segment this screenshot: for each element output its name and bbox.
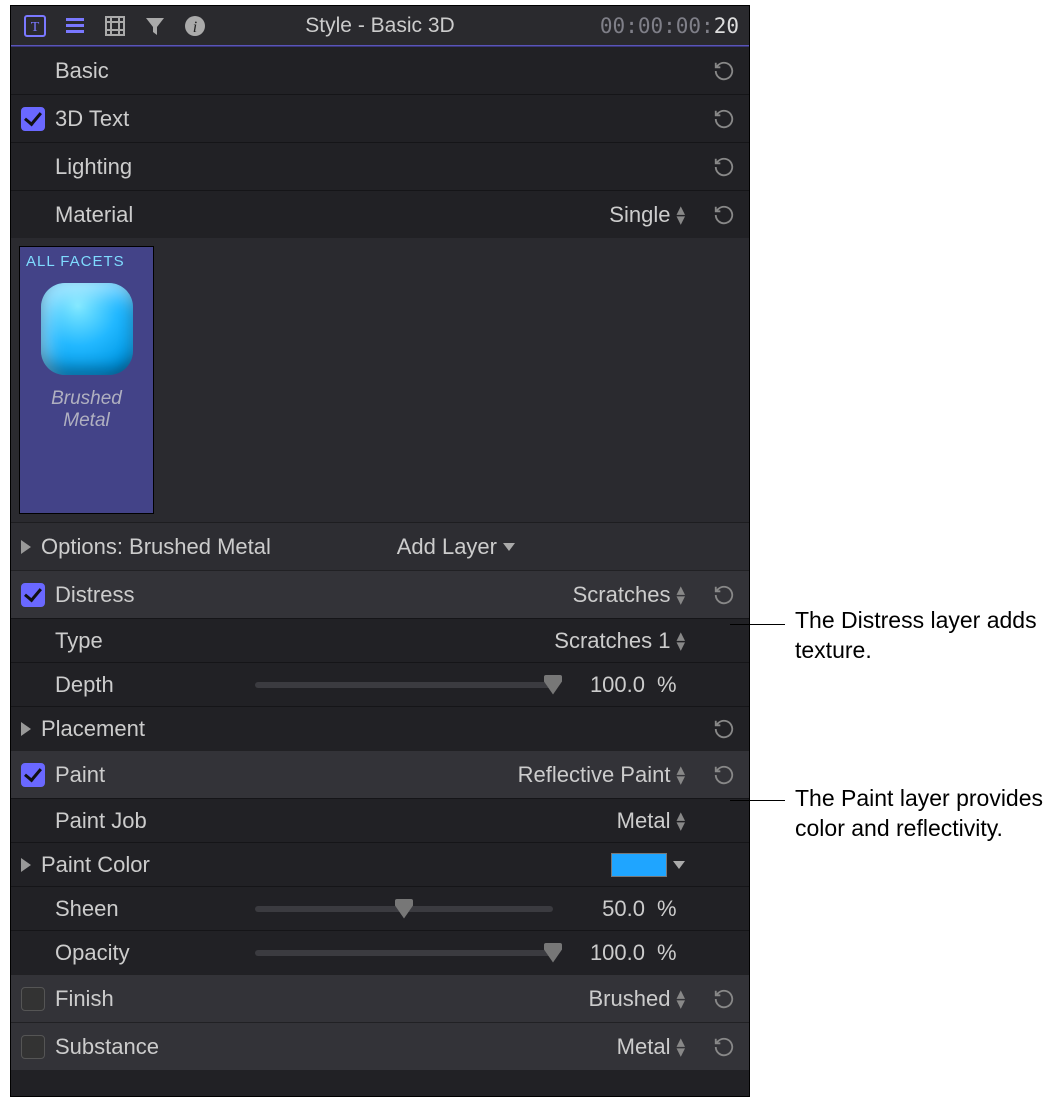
- reset-icon[interactable]: [713, 204, 735, 226]
- distress-depth-row: Depth 100.0 %: [11, 662, 749, 706]
- add-layer-button[interactable]: Add Layer: [397, 534, 515, 560]
- reset-icon[interactable]: [713, 108, 735, 130]
- facet-material-name: Brushed Metal: [26, 388, 147, 432]
- distress-type-popup[interactable]: Scratches 1 ▴▾: [554, 628, 685, 654]
- material-label: Material: [55, 202, 133, 228]
- popup-arrows-icon: ▴▾: [676, 631, 685, 651]
- opacity-value[interactable]: 100.0: [565, 940, 645, 966]
- paint-checkbox[interactable]: [21, 763, 45, 787]
- info-tab-icon[interactable]: i: [181, 12, 209, 40]
- reset-icon[interactable]: [713, 60, 735, 82]
- facet-badge: ALL FACETS: [26, 253, 125, 270]
- popup-arrows-icon: ▴▾: [676, 811, 685, 831]
- distress-label: Distress: [55, 582, 134, 608]
- depth-value[interactable]: 100.0: [565, 672, 645, 698]
- opacity-slider[interactable]: [255, 950, 553, 956]
- options-row[interactable]: Options: Brushed Metal Add Layer: [11, 522, 749, 570]
- section-material[interactable]: Material Single ▴▾: [11, 190, 749, 238]
- disclosure-icon[interactable]: [21, 540, 31, 554]
- placement-row[interactable]: Placement: [11, 706, 749, 750]
- disclosure-icon[interactable]: [21, 858, 31, 872]
- distress-checkbox[interactable]: [21, 583, 45, 607]
- disclosure-icon[interactable]: [21, 722, 31, 736]
- distress-row[interactable]: Distress Scratches ▴▾: [11, 570, 749, 618]
- section-lighting[interactable]: Lighting: [11, 142, 749, 190]
- chevron-down-icon: [503, 543, 515, 551]
- reset-icon[interactable]: [713, 156, 735, 178]
- distress-type-label: Type: [55, 628, 103, 654]
- paint-opacity-label: Opacity: [55, 940, 130, 966]
- popup-arrows-icon: ▴▾: [676, 765, 685, 785]
- reset-icon[interactable]: [713, 988, 735, 1010]
- sheen-value[interactable]: 50.0: [565, 896, 645, 922]
- reset-icon[interactable]: [713, 764, 735, 786]
- inspector-topbar: T i Style - Basic 3D 00:00:00:20: [11, 6, 749, 46]
- paint-color-swatch[interactable]: [611, 853, 667, 877]
- popup-arrows-icon: ▴▾: [676, 1037, 685, 1057]
- paint-sheen-row: Sheen 50.0 %: [11, 886, 749, 930]
- distress-type-row: Type Scratches 1 ▴▾: [11, 618, 749, 662]
- material-popup[interactable]: Single ▴▾: [609, 202, 685, 228]
- annotation-leader: [730, 800, 785, 801]
- 3dtext-checkbox[interactable]: [21, 107, 45, 131]
- paint-color-label: Paint Color: [41, 852, 150, 878]
- inspector-panel: T i Style - Basic 3D 00:00:00:20 Basic 3…: [10, 5, 750, 1097]
- section-3dtext[interactable]: 3D Text: [11, 94, 749, 142]
- material-preview: [32, 274, 142, 384]
- substance-row[interactable]: Substance Metal ▴▾: [11, 1022, 749, 1070]
- text-tab-icon[interactable]: T: [21, 12, 49, 40]
- timecode[interactable]: 00:00:00:20: [600, 14, 739, 38]
- reset-icon[interactable]: [713, 1036, 735, 1058]
- popup-arrows-icon: ▴▾: [676, 205, 685, 225]
- substance-checkbox[interactable]: [21, 1035, 45, 1059]
- paint-opacity-row: Opacity 100.0 %: [11, 930, 749, 974]
- basic-label: Basic: [55, 58, 109, 84]
- chevron-down-icon[interactable]: [673, 861, 685, 869]
- material-facet[interactable]: ALL FACETS Brushed Metal: [19, 246, 154, 514]
- finish-popup[interactable]: Brushed ▴▾: [589, 986, 686, 1012]
- filter-tab-icon[interactable]: [141, 12, 169, 40]
- placement-label: Placement: [41, 716, 145, 742]
- paint-job-row: Paint Job Metal ▴▾: [11, 798, 749, 842]
- paint-job-popup[interactable]: Metal ▴▾: [617, 808, 685, 834]
- distress-popup[interactable]: Scratches ▴▾: [573, 582, 685, 608]
- paint-label: Paint: [55, 762, 105, 788]
- depth-slider[interactable]: [255, 682, 553, 688]
- annotation-distress: The Distress layer adds texture.: [795, 605, 1045, 665]
- paint-row[interactable]: Paint Reflective Paint ▴▾: [11, 750, 749, 798]
- reset-icon[interactable]: [713, 718, 735, 740]
- finish-checkbox[interactable]: [21, 987, 45, 1011]
- finish-label: Finish: [55, 986, 114, 1012]
- reset-icon[interactable]: [713, 584, 735, 606]
- annotation-leader: [730, 624, 785, 625]
- material-facet-area: ALL FACETS Brushed Metal: [11, 238, 749, 522]
- paint-popup[interactable]: Reflective Paint ▴▾: [518, 762, 685, 788]
- substance-popup[interactable]: Metal ▴▾: [617, 1034, 685, 1060]
- sheen-slider[interactable]: [255, 906, 553, 912]
- paint-sheen-label: Sheen: [55, 896, 119, 922]
- popup-arrows-icon: ▴▾: [676, 989, 685, 1009]
- svg-text:T: T: [31, 20, 40, 35]
- paint-color-row: Paint Color: [11, 842, 749, 886]
- popup-arrows-icon: ▴▾: [676, 585, 685, 605]
- section-basic[interactable]: Basic: [11, 46, 749, 94]
- lighting-label: Lighting: [55, 154, 132, 180]
- film-tab-icon[interactable]: [101, 12, 129, 40]
- finish-row[interactable]: Finish Brushed ▴▾: [11, 974, 749, 1022]
- 3dtext-label: 3D Text: [55, 106, 129, 132]
- lines-tab-icon[interactable]: [61, 12, 89, 40]
- distress-depth-label: Depth: [55, 672, 114, 698]
- annotation-paint: The Paint layer provides color and refle…: [795, 783, 1045, 843]
- svg-text:i: i: [193, 19, 197, 36]
- paint-job-label: Paint Job: [55, 808, 147, 834]
- substance-label: Substance: [55, 1034, 159, 1060]
- options-label: Options: Brushed Metal: [41, 534, 271, 560]
